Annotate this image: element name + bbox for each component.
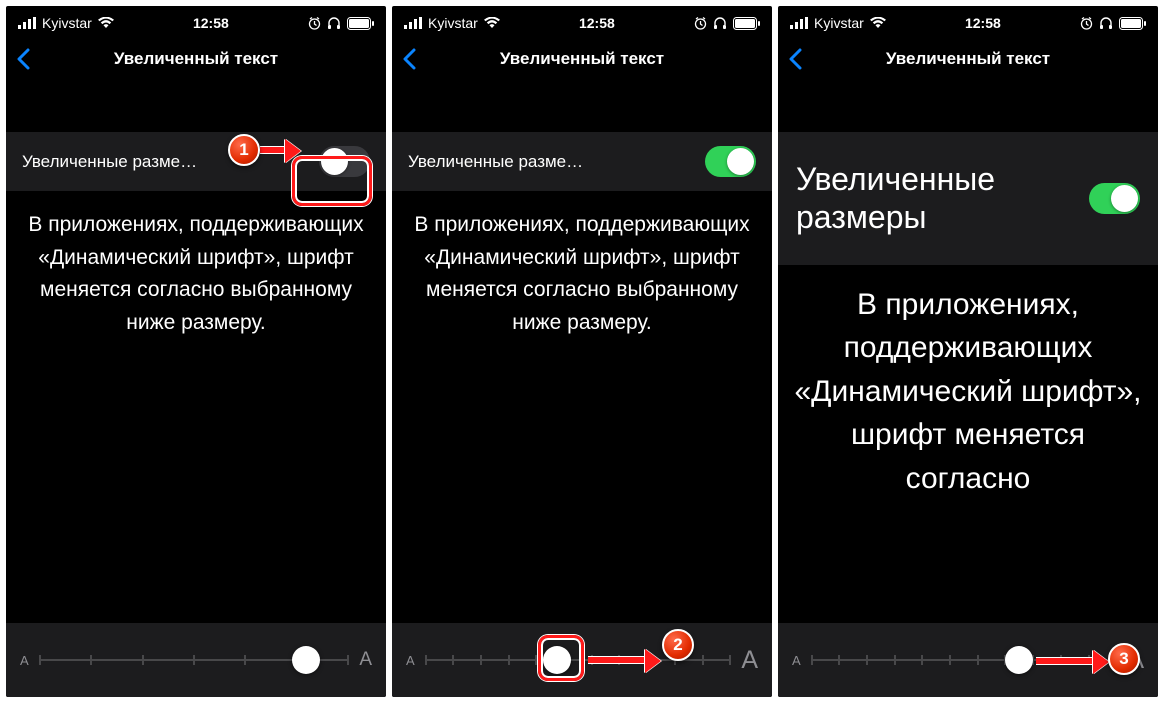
larger-sizes-switch[interactable] [705, 146, 756, 177]
chevron-left-icon [788, 48, 802, 70]
step-marker-3: 3 [1108, 643, 1140, 675]
larger-sizes-label: Увеличенные разме… [22, 152, 309, 172]
larger-sizes-cell[interactable]: Увеличенные размеры [778, 132, 1158, 265]
status-bar: Kyivstar 12:58 [6, 6, 386, 40]
arrow-1 [260, 146, 288, 154]
headphones-icon [1099, 17, 1113, 30]
back-button[interactable] [16, 48, 30, 70]
arrow-2 [588, 656, 648, 664]
clock-label: 12:58 [193, 15, 229, 31]
headphones-icon [713, 17, 727, 30]
alarm-icon [1080, 17, 1093, 30]
arrow-3 [1036, 657, 1096, 665]
signal-icon [790, 17, 808, 29]
screenshot-panel-3: Kyivstar 12:58 Увеличенный текст Увеличе… [778, 6, 1158, 697]
description-text: В приложениях, поддерживающих «Динамичес… [392, 191, 772, 339]
clock-label: 12:58 [579, 15, 615, 31]
larger-sizes-switch[interactable] [319, 146, 370, 177]
a-large-icon: A [359, 649, 372, 671]
nav-bar: Увеличенный текст [6, 40, 386, 84]
back-button[interactable] [402, 48, 416, 70]
battery-icon [347, 17, 374, 30]
signal-icon [18, 17, 36, 29]
nav-bar: Увеличенный текст [778, 40, 1158, 84]
description-text: В приложениях, поддерживающих «Динамичес… [6, 191, 386, 339]
battery-icon [1119, 17, 1146, 30]
nav-bar: Увеличенный текст [392, 40, 772, 84]
larger-sizes-switch[interactable] [1089, 183, 1140, 214]
a-small-icon: A [792, 653, 801, 668]
status-bar: Kyivstar 12:58 [392, 6, 772, 40]
status-bar: Kyivstar 12:58 [778, 6, 1158, 40]
larger-sizes-label: Увеличенные разме… [408, 152, 695, 172]
carrier-label: Kyivstar [42, 15, 92, 31]
screenshot-panel-2: Kyivstar 12:58 Увеличенный текст Увеличе… [392, 6, 772, 697]
screenshot-panel-1: Kyivstar 12:58 Увеличенный текст Увеличе… [6, 6, 386, 697]
wifi-icon [870, 17, 886, 29]
alarm-icon [308, 17, 321, 30]
description-text: В приложениях, поддерживаю­щих «Динамиче… [778, 265, 1158, 501]
text-size-slider[interactable] [39, 645, 350, 675]
wifi-icon [98, 17, 114, 29]
nav-title: Увеличенный текст [500, 49, 664, 69]
nav-title: Увеличенный текст [886, 49, 1050, 69]
alarm-icon [694, 17, 707, 30]
text-size-slider-row: A A [392, 623, 772, 697]
text-size-slider-row: A A [6, 623, 386, 697]
step-marker-2: 2 [662, 629, 694, 661]
signal-icon [404, 17, 422, 29]
battery-icon [733, 17, 760, 30]
headphones-icon [327, 17, 341, 30]
carrier-label: Kyivstar [428, 15, 478, 31]
clock-label: 12:58 [965, 15, 1001, 31]
larger-sizes-label: Увеличенные размеры [796, 160, 1075, 237]
wifi-icon [484, 17, 500, 29]
a-small-icon: A [406, 653, 415, 668]
a-large-icon: A [741, 646, 758, 675]
back-button[interactable] [788, 48, 802, 70]
a-small-icon: A [20, 653, 29, 668]
carrier-label: Kyivstar [814, 15, 864, 31]
larger-sizes-cell[interactable]: Увеличенные разме… [6, 132, 386, 191]
larger-sizes-cell[interactable]: Увеличенные разме… [392, 132, 772, 191]
chevron-left-icon [402, 48, 416, 70]
chevron-left-icon [16, 48, 30, 70]
nav-title: Увеличенный текст [114, 49, 278, 69]
step-marker-1: 1 [228, 134, 260, 166]
